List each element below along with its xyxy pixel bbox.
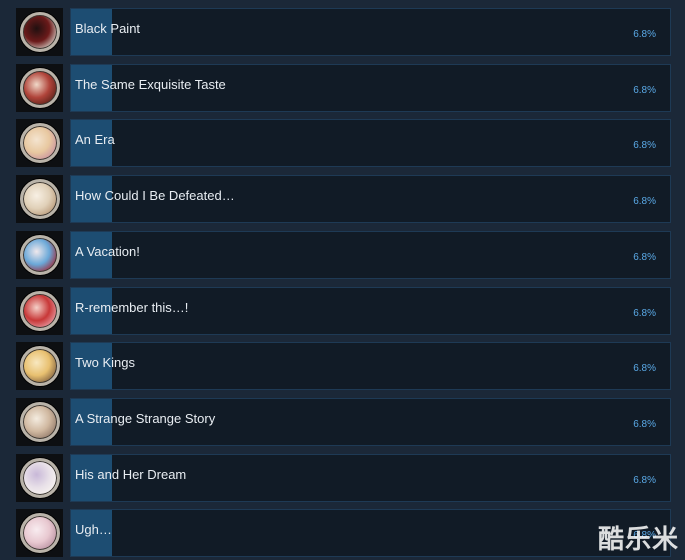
achievement-name: A Vacation! (75, 244, 140, 259)
achievement-name: Ugh… (75, 522, 112, 537)
achievement-row[interactable]: R-remember this…! 6.8% (16, 287, 671, 335)
achievement-progress-bar: His and Her Dream 6.8% (70, 454, 671, 502)
achievement-icon-defeated (19, 179, 60, 219)
achievement-icon-frame (16, 8, 63, 56)
achievement-icon-frame (16, 119, 63, 167)
achievement-row[interactable]: An Era 6.8% (16, 119, 671, 167)
achievement-icon-frame (16, 454, 63, 502)
achievement-row[interactable]: How Could I Be Defeated… 6.8% (16, 175, 671, 223)
achievement-name: How Could I Be Defeated… (75, 188, 235, 203)
achievement-icon-strange-story (19, 402, 60, 442)
achievement-icon-frame (16, 175, 63, 223)
achievement-row[interactable]: Two Kings 6.8% (16, 342, 671, 390)
achievement-icon-frame (16, 509, 63, 557)
achievement-name: A Strange Strange Story (75, 411, 216, 426)
achievement-icon-dream (19, 458, 60, 498)
achievement-icon-black-paint (19, 12, 60, 52)
achievement-progress-bar: The Same Exquisite Taste 6.8% (70, 64, 671, 112)
achievement-percent: 6.8% (633, 29, 656, 40)
achievement-percent: 6.8% (633, 363, 656, 374)
achievement-progress-bar: Ugh… 6.8% (70, 509, 671, 557)
achievement-icon-frame (16, 398, 63, 446)
achievement-name: An Era (75, 132, 115, 147)
achievement-icon-ugh (19, 513, 60, 553)
achievement-icon-remember (19, 291, 60, 331)
achievement-icon-frame (16, 231, 63, 279)
achievement-name: The Same Exquisite Taste (75, 77, 226, 92)
achievement-name: His and Her Dream (75, 467, 187, 482)
achievement-row[interactable]: A Strange Strange Story 6.8% (16, 398, 671, 446)
achievement-progress-bar: Black Paint 6.8% (70, 8, 671, 56)
achievement-icon-frame (16, 64, 63, 112)
achievement-percent: 6.8% (633, 196, 656, 207)
watermark: 酷乐米 (597, 525, 679, 555)
achievement-progress-bar: R-remember this…! 6.8% (70, 287, 671, 335)
achievement-percent: 6.8% (633, 419, 656, 430)
achievement-row[interactable]: His and Her Dream 6.8% (16, 454, 671, 502)
achievement-progress-bar: How Could I Be Defeated… 6.8% (70, 175, 671, 223)
achievement-percent: 6.8% (633, 252, 656, 263)
achievement-percent: 6.8% (633, 308, 656, 319)
achievement-percent: 6.8% (633, 85, 656, 96)
achievement-progress-bar: A Vacation! 6.8% (70, 231, 671, 279)
achievement-name: Black Paint (75, 21, 141, 36)
achievement-progress-bar: An Era 6.8% (70, 119, 671, 167)
achievement-row[interactable]: The Same Exquisite Taste 6.8% (16, 64, 671, 112)
achievement-percent: 6.8% (633, 140, 656, 151)
achievement-icon-exquisite-taste (19, 68, 60, 108)
achievement-row[interactable]: A Vacation! 6.8% (16, 231, 671, 279)
achievement-progress-bar: Two Kings 6.8% (70, 342, 671, 390)
achievement-icon-two-kings (19, 346, 60, 386)
achievement-icon-vacation (19, 235, 60, 275)
achievement-row[interactable]: Ugh… 6.8% (16, 509, 671, 557)
achievement-icon-frame (16, 342, 63, 390)
achievement-progress-bar: A Strange Strange Story 6.8% (70, 398, 671, 446)
achievement-name: R-remember this…! (75, 300, 189, 315)
achievement-icon-an-era (19, 123, 60, 163)
achievement-name: Two Kings (75, 355, 135, 370)
achievement-row[interactable]: Black Paint 6.8% (16, 8, 671, 56)
achievement-percent: 6.8% (633, 475, 656, 486)
achievement-icon-frame (16, 287, 63, 335)
